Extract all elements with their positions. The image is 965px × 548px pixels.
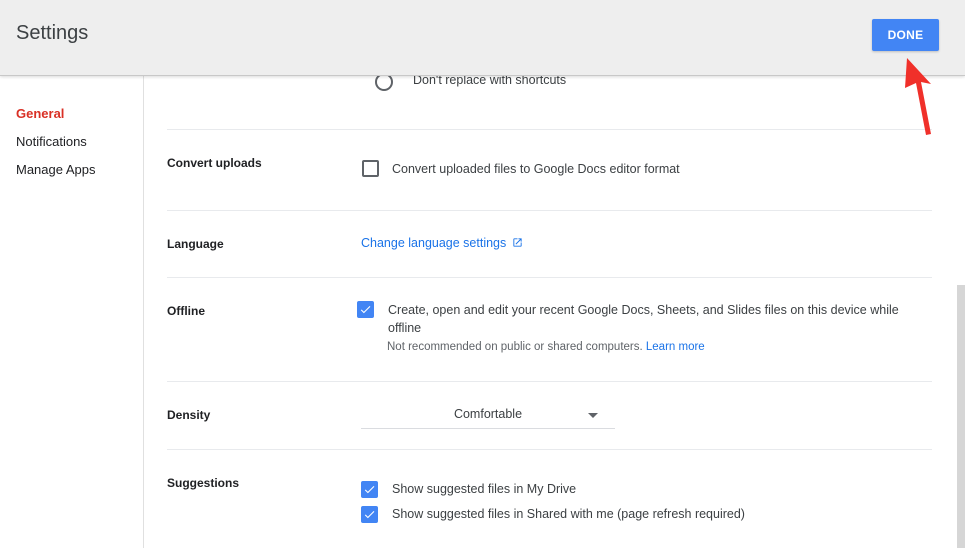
external-link-icon xyxy=(513,238,522,247)
language-label: Language xyxy=(167,237,224,251)
convert-uploads-option-label: Convert uploaded files to Google Docs ed… xyxy=(392,162,680,176)
sidebar-item-general[interactable]: General xyxy=(16,106,64,121)
convert-uploads-label: Convert uploads xyxy=(167,156,262,170)
shortcuts-option-label: Don't replace with shortcuts xyxy=(413,76,567,87)
change-language-link-text: Change language settings xyxy=(361,236,507,250)
divider xyxy=(167,129,932,130)
annotation-arrow-icon xyxy=(905,58,931,135)
suggestions-my-drive-label: Show suggested files in My Drive xyxy=(392,482,577,496)
divider xyxy=(167,210,932,211)
divider xyxy=(167,277,932,278)
convert-uploads-checkbox[interactable] xyxy=(362,160,379,177)
scrollbar[interactable] xyxy=(957,285,965,548)
header-bar: Settings DONE xyxy=(0,0,965,76)
offline-option-line1: Create, open and edit your recent Google… xyxy=(388,303,899,317)
change-language-link[interactable]: Change language settings xyxy=(361,236,523,250)
suggestions-my-drive-checkbox[interactable] xyxy=(361,481,378,498)
density-label: Density xyxy=(167,408,211,422)
offline-label: Offline xyxy=(167,304,205,318)
suggestions-shared-label: Show suggested files in Shared with me (… xyxy=(392,507,745,521)
checkmark-icon xyxy=(364,486,375,494)
density-select[interactable]: Comfortable xyxy=(361,400,615,429)
divider xyxy=(167,449,932,450)
sidebar-item-manage-apps[interactable]: Manage Apps xyxy=(16,162,96,177)
offline-note-text: Not recommended on public or shared comp… xyxy=(387,341,643,353)
density-select-value: Comfortable xyxy=(453,407,523,421)
done-button[interactable]: DONE xyxy=(872,19,939,51)
dropdown-arrow-icon xyxy=(588,413,598,418)
shortcuts-radio[interactable] xyxy=(375,76,393,91)
learn-more-link[interactable]: Learn more xyxy=(646,341,705,353)
offline-note: Not recommended on public or shared comp… xyxy=(387,341,705,353)
suggestions-label: Suggestions xyxy=(167,476,240,490)
sidebar: General Notifications Manage Apps xyxy=(0,76,144,548)
suggestions-shared-checkbox[interactable] xyxy=(361,506,378,523)
divider xyxy=(167,381,932,382)
page-title: Settings xyxy=(16,22,89,44)
settings-content: Don't replace with shortcuts Convert upl… xyxy=(144,76,965,548)
checkmark-icon xyxy=(364,511,375,519)
sidebar-item-notifications[interactable]: Notifications xyxy=(16,134,87,149)
checkmark-icon xyxy=(360,306,371,314)
offline-option-line2: offline xyxy=(388,321,422,335)
offline-checkbox[interactable] xyxy=(357,301,374,318)
